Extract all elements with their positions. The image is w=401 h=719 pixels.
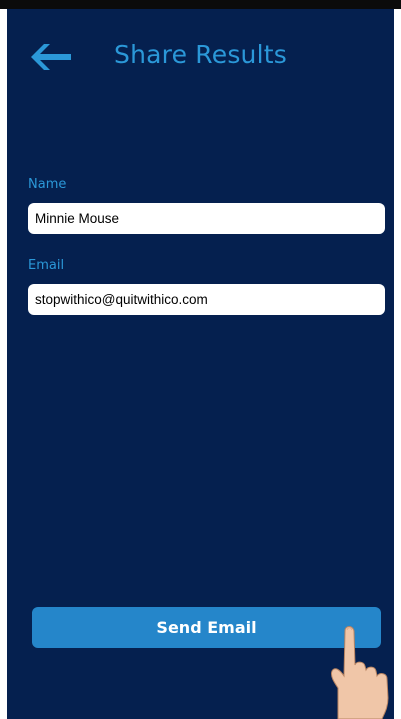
send-email-label: Send Email bbox=[156, 618, 257, 637]
pointing-hand-icon bbox=[331, 626, 389, 719]
header: Share Results bbox=[7, 9, 394, 119]
page-title: Share Results bbox=[114, 40, 287, 69]
email-label: Email bbox=[28, 258, 65, 273]
share-results-screen: Share Results Name Email Send Email bbox=[7, 9, 394, 719]
status-bar-border bbox=[0, 0, 401, 9]
email-input[interactable] bbox=[28, 284, 385, 315]
back-button[interactable] bbox=[29, 37, 73, 77]
arrow-left-icon bbox=[31, 44, 71, 70]
name-input[interactable] bbox=[28, 203, 385, 234]
name-label: Name bbox=[28, 177, 67, 192]
